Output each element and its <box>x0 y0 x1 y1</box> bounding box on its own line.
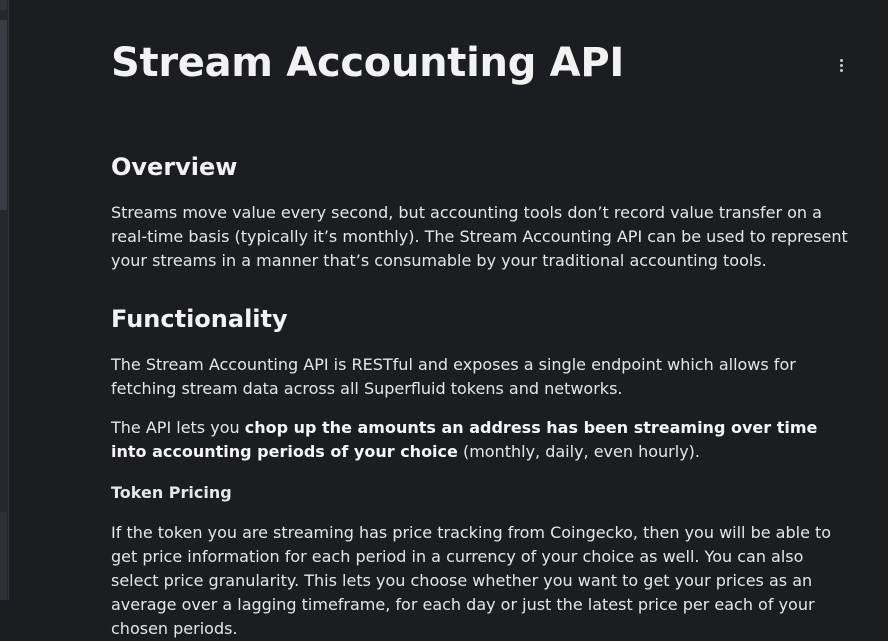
functionality-heading: Functionality <box>111 305 288 333</box>
scrollbar-lower-track <box>0 512 7 600</box>
api-capability-paragraph: The API lets you chop up the amounts an … <box>111 416 856 464</box>
overview-heading: Overview <box>111 153 238 181</box>
token-pricing-paragraph: If the token you are streaming has price… <box>111 523 832 638</box>
functionality-paragraph: The Stream Accounting API is RESTful and… <box>111 355 796 398</box>
api-capability-prefix: The API lets you <box>111 418 245 437</box>
more-vertical-icon <box>839 58 843 72</box>
api-capability-suffix: (monthly, daily, even hourly). <box>457 442 700 461</box>
overview-paragraph: Streams move value every second, but acc… <box>111 203 848 270</box>
token-pricing-label: Token Pricing <box>111 483 232 502</box>
page-title: Stream Accounting API <box>111 40 624 86</box>
left-scrollbar[interactable] <box>0 0 9 600</box>
scrollbar-cap <box>0 0 7 10</box>
more-options-button[interactable] <box>828 52 854 78</box>
scrollbar-thumb[interactable] <box>0 20 7 210</box>
